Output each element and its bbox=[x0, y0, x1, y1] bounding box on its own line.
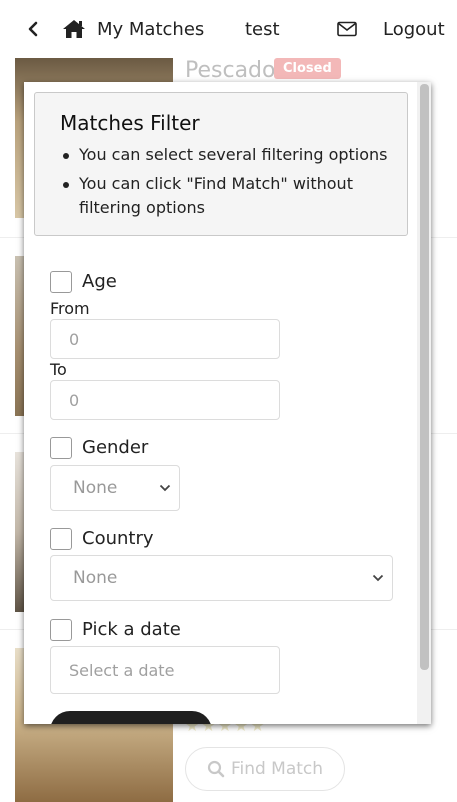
back-button[interactable] bbox=[26, 0, 40, 58]
country-select-value: None bbox=[73, 568, 118, 588]
date-input[interactable]: Select a date bbox=[50, 646, 280, 694]
date-label: Pick a date bbox=[82, 619, 181, 640]
match-title: Pescado bbox=[185, 58, 276, 83]
find-match-submit-button[interactable] bbox=[50, 711, 212, 724]
my-matches-link[interactable]: My Matches bbox=[97, 0, 204, 58]
home-icon bbox=[63, 20, 85, 38]
find-match-button[interactable]: Find Match bbox=[185, 747, 345, 791]
gender-label: Gender bbox=[82, 437, 149, 458]
age-to-input[interactable]: 0 bbox=[50, 380, 280, 420]
search-icon bbox=[207, 760, 225, 778]
home-button[interactable] bbox=[62, 0, 86, 58]
modal-scrollbar[interactable] bbox=[417, 82, 431, 724]
filter-info-panel: Matches Filter You can select several fi… bbox=[34, 92, 408, 236]
age-from-label: From bbox=[50, 299, 90, 318]
date-checkbox[interactable] bbox=[50, 619, 72, 641]
username-link[interactable]: test bbox=[245, 0, 280, 58]
country-checkbox[interactable] bbox=[50, 528, 72, 550]
matches-filter-modal: Matches Filter You can select several fi… bbox=[24, 82, 431, 724]
chevron-down-icon bbox=[372, 574, 384, 582]
tip-item: You can click "Find Match" without filte… bbox=[59, 172, 389, 220]
age-to-label: To bbox=[50, 360, 67, 379]
gender-checkbox[interactable] bbox=[50, 437, 72, 459]
envelope-icon bbox=[337, 21, 357, 37]
tip-item: You can select several filtering options bbox=[59, 143, 389, 167]
tips-list: You can select several filtering options… bbox=[59, 143, 389, 225]
top-nav-bar: My Matches test Logout bbox=[0, 0, 457, 58]
gender-select-value: None bbox=[73, 478, 118, 498]
age-from-input[interactable]: 0 bbox=[50, 319, 280, 359]
find-match-label: Find Match bbox=[230, 759, 324, 779]
logout-link[interactable]: Logout bbox=[383, 0, 445, 58]
status-badge: Closed bbox=[274, 58, 341, 79]
country-label: Country bbox=[82, 528, 154, 549]
messages-button[interactable] bbox=[337, 0, 357, 58]
modal-title: Matches Filter bbox=[60, 111, 200, 135]
age-checkbox[interactable] bbox=[50, 271, 72, 293]
age-label: Age bbox=[82, 271, 117, 292]
gender-select[interactable]: None bbox=[50, 465, 180, 511]
chevron-down-icon bbox=[159, 484, 171, 492]
chevron-left-icon bbox=[28, 21, 38, 37]
country-select[interactable]: None bbox=[50, 555, 393, 601]
scrollbar-thumb[interactable] bbox=[420, 84, 429, 670]
